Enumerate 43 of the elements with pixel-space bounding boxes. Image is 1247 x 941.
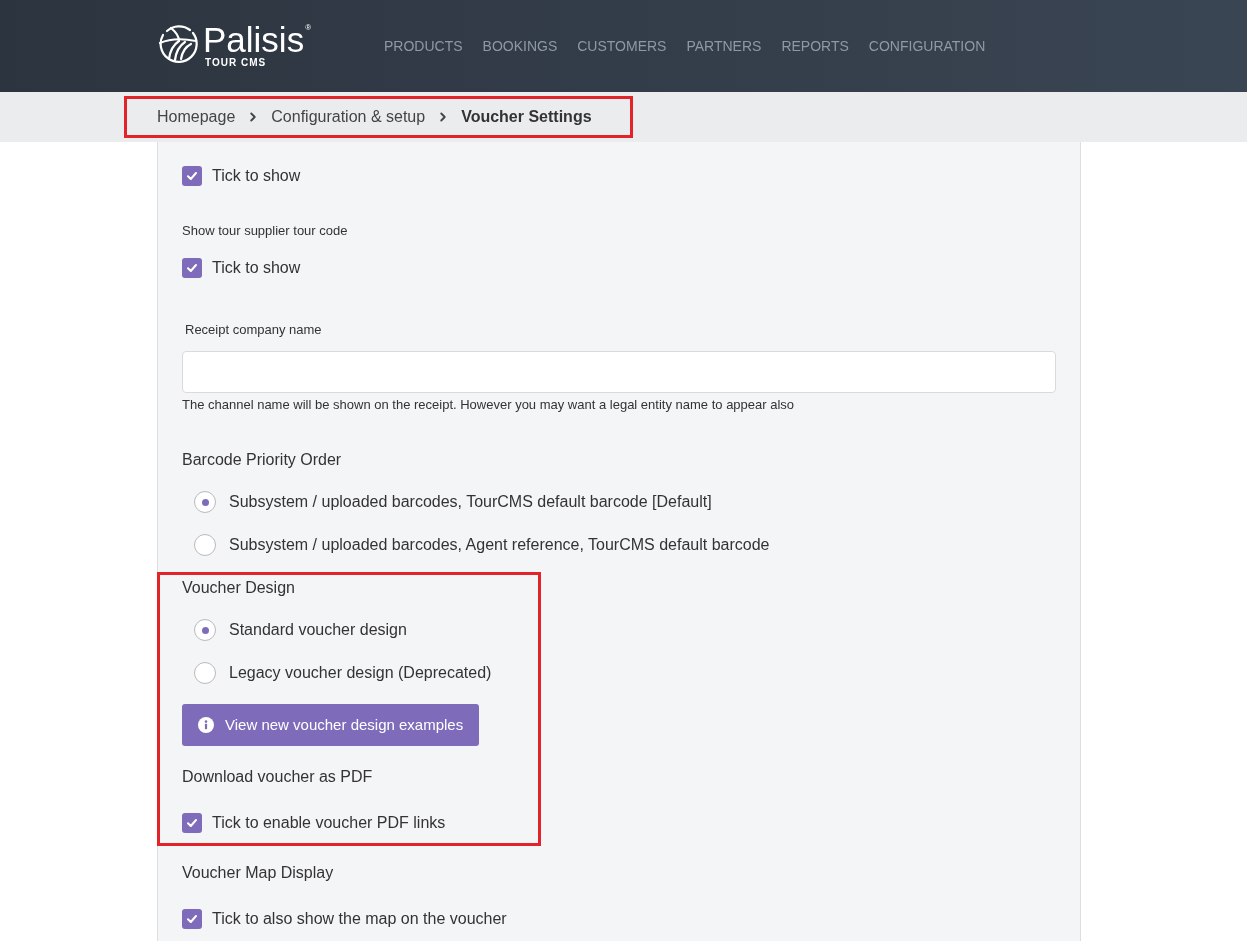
radio-label: Legacy voucher design (Deprecated): [229, 663, 492, 683]
breadcrumb-link[interactable]: Configuration & setup: [271, 107, 426, 127]
view-examples-button[interactable]: View new voucher design examples: [182, 704, 480, 746]
radio-button[interactable]: [194, 534, 216, 556]
nav-link[interactable]: REPORTS: [781, 37, 849, 55]
nav-link[interactable]: CONFIGURATION: [868, 37, 986, 55]
checkbox-label: Tick to also show the map on the voucher: [212, 909, 507, 929]
globe-logo-icon: [157, 23, 199, 63]
section-title: Voucher Design: [182, 578, 295, 598]
registered-mark: ®: [305, 23, 312, 33]
info-icon: [198, 717, 214, 733]
checkbox[interactable]: [182, 813, 202, 833]
logo-tagline: TOUR CMS: [205, 57, 267, 69]
radio-label: Standard voucher design: [229, 620, 407, 640]
section-title: Download voucher as PDF: [182, 767, 373, 787]
breadcrumb-link[interactable]: Homepage: [157, 107, 236, 127]
help-text: The channel name will be shown on the receipt. However you may want a legal entity name to appear also: [182, 397, 795, 413]
checkbox[interactable]: [182, 258, 202, 278]
section-title: Barcode Priority Order: [182, 450, 342, 470]
checkbox[interactable]: [182, 166, 202, 186]
nav-link[interactable]: BOOKINGS: [482, 37, 558, 55]
checkbox-label: Tick to show: [212, 166, 301, 186]
check-icon: [187, 915, 197, 923]
radio-label: Subsystem / uploaded barcodes, TourCMS default barcode [Default]: [229, 492, 712, 512]
check-icon: [187, 264, 197, 272]
radio-button[interactable]: [194, 662, 216, 684]
nav-link[interactable]: PARTNERS: [686, 37, 762, 55]
nav-link[interactable]: CUSTOMERS: [577, 37, 667, 55]
field-label: Show tour supplier tour code: [182, 222, 348, 240]
radio-label: Subsystem / uploaded barcodes, Agent reference, TourCMS default barcode: [229, 535, 770, 555]
breadcrumb-link[interactable]: Voucher Settings: [461, 107, 592, 127]
checkbox-label: Tick to show: [212, 258, 301, 278]
checkbox-label: Tick to enable voucher PDF links: [212, 813, 446, 833]
nav-link[interactable]: PRODUCTS: [384, 37, 463, 55]
field-label: Receipt company name: [185, 321, 322, 339]
radio-button[interactable]: [194, 491, 216, 513]
check-icon: [187, 819, 197, 827]
radio-button[interactable]: [194, 619, 216, 641]
text-input-field[interactable]: [182, 351, 1056, 393]
check-icon: [187, 172, 197, 180]
logo-wordmark: Palisis: [203, 23, 305, 57]
section-title: Voucher Map Display: [182, 863, 334, 883]
checkbox[interactable]: [182, 909, 202, 929]
